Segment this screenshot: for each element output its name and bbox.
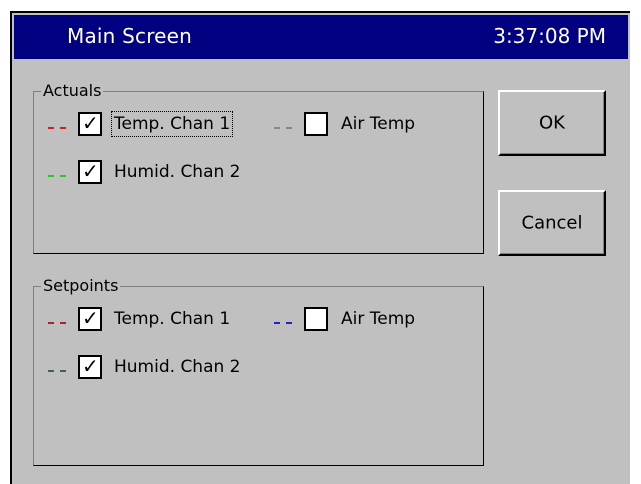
setpoints-temp-chan1-checkbox[interactable]: ✓ [78, 306, 102, 331]
setpoints-humid-chan2-color-swatch [48, 370, 66, 372]
actuals-temp-chan1-label: Temp. Chan 1 [110, 111, 234, 137]
actuals-humid-chan2-color-swatch [48, 175, 66, 177]
cancel-button-label: Cancel [521, 212, 583, 234]
setpoints-humid-chan2-checkbox[interactable]: ✓ [78, 354, 102, 379]
setpoints-humid-chan2-label: Humid. Chan 2 [114, 357, 241, 377]
actuals-humid-chan2-option[interactable]: ✓ Humid. Chan 2 [48, 159, 288, 190]
setpoints-air-temp-option[interactable]: Air Temp [274, 307, 444, 337]
setpoints-group: Setpoints ✓ Temp. Chan 1 Air Temp ✓ Humi… [33, 276, 484, 466]
actuals-humid-chan2-checkbox[interactable]: ✓ [78, 159, 102, 184]
setpoints-temp-chan1-label: Temp. Chan 1 [114, 309, 231, 329]
setpoints-temp-chan1-color-swatch [48, 322, 66, 324]
actuals-air-temp-checkbox[interactable] [304, 112, 328, 136]
actuals-temp-chan1-color-swatch [48, 127, 66, 129]
check-mark-icon: ✓ [82, 306, 99, 330]
actuals-air-temp-option[interactable]: Air Temp [274, 112, 444, 142]
setpoints-humid-chan2-option[interactable]: ✓ Humid. Chan 2 [48, 354, 288, 385]
actuals-humid-chan2-label: Humid. Chan 2 [114, 162, 241, 182]
check-mark-icon: ✓ [82, 159, 99, 183]
setpoints-air-temp-color-swatch [274, 322, 292, 324]
setpoints-air-temp-label: Air Temp [341, 309, 416, 329]
ok-button[interactable]: OK [498, 90, 606, 156]
check-mark-icon: ✓ [82, 111, 99, 135]
setpoints-temp-chan1-option[interactable]: ✓ Temp. Chan 1 [48, 306, 268, 337]
setpoints-group-title: Setpoints [41, 276, 121, 296]
cancel-button[interactable]: Cancel [498, 190, 606, 256]
actuals-air-temp-label: Air Temp [341, 114, 416, 134]
actuals-temp-chan1-checkbox[interactable]: ✓ [78, 111, 102, 136]
check-mark-icon: ✓ [82, 354, 99, 378]
ok-button-label: OK [539, 112, 565, 134]
title-bar: Main Screen 3:37:08 PM [14, 15, 628, 59]
actuals-group-title: Actuals [41, 81, 104, 101]
window-title: Main Screen [67, 24, 193, 48]
setpoints-air-temp-checkbox[interactable] [304, 307, 328, 331]
main-window: Main Screen 3:37:08 PM Actuals ✓ Temp. C… [10, 11, 630, 484]
actuals-group: Actuals ✓ Temp. Chan 1 Air Temp ✓ Humid.… [33, 81, 484, 254]
clock: 3:37:08 PM [493, 24, 606, 48]
actuals-temp-chan1-option[interactable]: ✓ Temp. Chan 1 [48, 111, 268, 142]
actuals-air-temp-color-swatch [274, 127, 292, 129]
